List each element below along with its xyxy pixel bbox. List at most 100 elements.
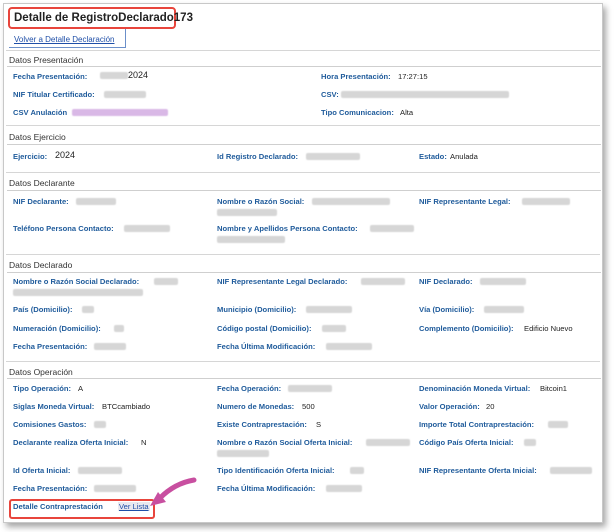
fecha-presentacion-declarado-label: Fecha Presentación: (13, 342, 88, 351)
redacted-value (306, 306, 352, 313)
redacted-value (94, 485, 136, 492)
numero-monedas-value: 500 (302, 402, 315, 411)
section-rule (7, 272, 601, 273)
redacted-value (370, 225, 414, 232)
redacted-value (13, 289, 143, 296)
existe-contraprestacion-label: Existe Contraprestación: (217, 420, 307, 429)
tipo-identificacion-label: Tipo Identificación Oferta Inicial: (217, 466, 335, 475)
id-oferta-label: Id Oferta Inicial: (13, 466, 71, 475)
denominacion-value: Bitcoin1 (540, 384, 568, 393)
redacted-value (217, 236, 285, 243)
redacted-value (480, 278, 526, 285)
tipo-operacion-value: A (78, 384, 84, 393)
redacted-value (94, 421, 106, 428)
ejercicio-value: 2024 (55, 150, 76, 160)
fecha-modificacion-declarado-label: Fecha Última Modificación: (217, 342, 316, 351)
redacted-value (94, 343, 126, 350)
section-divider (6, 50, 600, 51)
estado-label: Estado: (419, 152, 447, 161)
section-title-presentacion: Datos Presentación (9, 55, 84, 65)
redacted-value (124, 225, 170, 232)
oferta-inicial-label: Declarante realiza Oferta Inicial: (13, 438, 129, 447)
codigo-pais-label: Código País Oferta Inicial: (419, 438, 514, 447)
denominacion-label: Denominación Moneda Virtual: (419, 384, 531, 393)
comisiones-label: Comisiones Gastos: (13, 420, 87, 429)
fecha-operacion-label: Fecha Operación: (217, 384, 282, 393)
section-rule (7, 190, 601, 191)
telefono-contacto-label: Teléfono Persona Contacto: (13, 224, 114, 233)
redacted-value (312, 198, 390, 205)
redacted-value (154, 278, 178, 285)
nombre-declarado-label: Nombre o Razón Social Declarado: (13, 277, 140, 286)
redacted-value (366, 439, 410, 446)
hora-presentacion-value: 17:27:15 (398, 72, 428, 81)
nif-declarante-label: NIF Declarante: (13, 197, 69, 206)
pais-label: País (Domicilio): (13, 305, 73, 314)
oferta-inicial-value: N (141, 438, 147, 447)
nombre-contacto-label: Nombre y Apellidos Persona Contacto: (217, 224, 358, 233)
csv-anulacion-label: CSV Anulación (13, 108, 68, 117)
valor-operacion-value: 20 (486, 402, 495, 411)
fecha-presentacion-value: 2024 (128, 70, 149, 80)
id-registro-label: Id Registro Declarado: (217, 152, 299, 161)
importe-total-label: Importe Total Contraprestación: (419, 420, 535, 429)
page-title: Detalle de RegistroDeclarado173 (8, 7, 193, 29)
nombre-oferta-label: Nombre o Razón Social Oferta Inicial: (217, 438, 353, 447)
fecha-modificacion-operacion-label: Fecha Última Modificación: (217, 484, 316, 493)
section-title-operacion: Datos Operación (9, 367, 73, 377)
nif-rep-declarado-label: NIF Representante Legal Declarado: (217, 277, 348, 286)
redacted-value (522, 198, 570, 205)
section-title-ejercicio: Datos Ejercicio (9, 132, 66, 142)
redacted-value (82, 306, 94, 313)
redacted-value (114, 325, 124, 332)
redacted-value (548, 421, 568, 428)
section-title-declarante: Datos Declarante (9, 178, 75, 188)
redacted-value (217, 209, 277, 216)
nif-rep-oferta-label: NIF Representante Oferta Inicial: (419, 466, 537, 475)
tipo-comunicacion-value: Alta (400, 108, 414, 117)
estado-value: Anulada (450, 152, 478, 161)
section-title-declarado: Datos Declarado (9, 260, 73, 270)
pointer-arrow-icon (150, 477, 197, 506)
redacted-value (361, 278, 405, 285)
nif-representante-label: NIF Representante Legal: (419, 197, 511, 206)
redacted-value (350, 467, 364, 474)
complemento-label: Complemento (Domicilio): (419, 324, 514, 333)
redacted-value (78, 467, 122, 474)
hora-presentacion-label: Hora Presentación: (321, 72, 391, 81)
nif-declarado-label: NIF Declarado: (419, 277, 473, 286)
ejercicio-label: Ejercicio: (13, 152, 48, 161)
redacted-value (341, 91, 509, 98)
fecha-presentacion-label: Fecha Presentación: (13, 72, 88, 81)
numeracion-label: Numeración (Domicilio): (13, 324, 101, 333)
detail-panel: Detalle de RegistroDeclarado173 Volver a… (3, 3, 603, 523)
redacted-value (72, 109, 168, 116)
fecha-presentacion-operacion-label: Fecha Presentación: (13, 484, 88, 493)
back-link[interactable]: Volver a Detalle Declaración (14, 35, 115, 44)
section-rule (7, 66, 601, 67)
valor-operacion-label: Valor Operación: (419, 402, 480, 411)
section-divider (6, 361, 600, 362)
via-label: Vía (Domicilio): (419, 305, 475, 314)
nombre-razon-social-label: Nombre o Razón Social: (217, 197, 305, 206)
siglas-label: Siglas Moneda Virtual: (13, 402, 95, 411)
tipo-comunicacion-label: Tipo Comunicacion: (321, 108, 394, 117)
codigo-postal-label: Código postal (Domicilio): (217, 324, 312, 333)
section-rule (7, 378, 601, 379)
nif-titular-label: NIF Titular Certificado: (13, 90, 95, 99)
csv-label: CSV: (321, 90, 339, 99)
section-divider (6, 254, 600, 255)
redacted-value (322, 325, 346, 332)
redacted-value (484, 306, 524, 313)
redacted-value (326, 485, 362, 492)
redacted-value (100, 72, 128, 79)
redacted-value (104, 91, 146, 98)
redacted-value (550, 467, 592, 474)
redacted-value (288, 385, 332, 392)
section-divider (6, 172, 600, 173)
redacted-value (524, 439, 536, 446)
section-rule (7, 144, 601, 145)
numero-monedas-label: Numero de Monedas: (217, 402, 295, 411)
redacted-value (76, 198, 116, 205)
tipo-operacion-label: Tipo Operación: (13, 384, 72, 393)
